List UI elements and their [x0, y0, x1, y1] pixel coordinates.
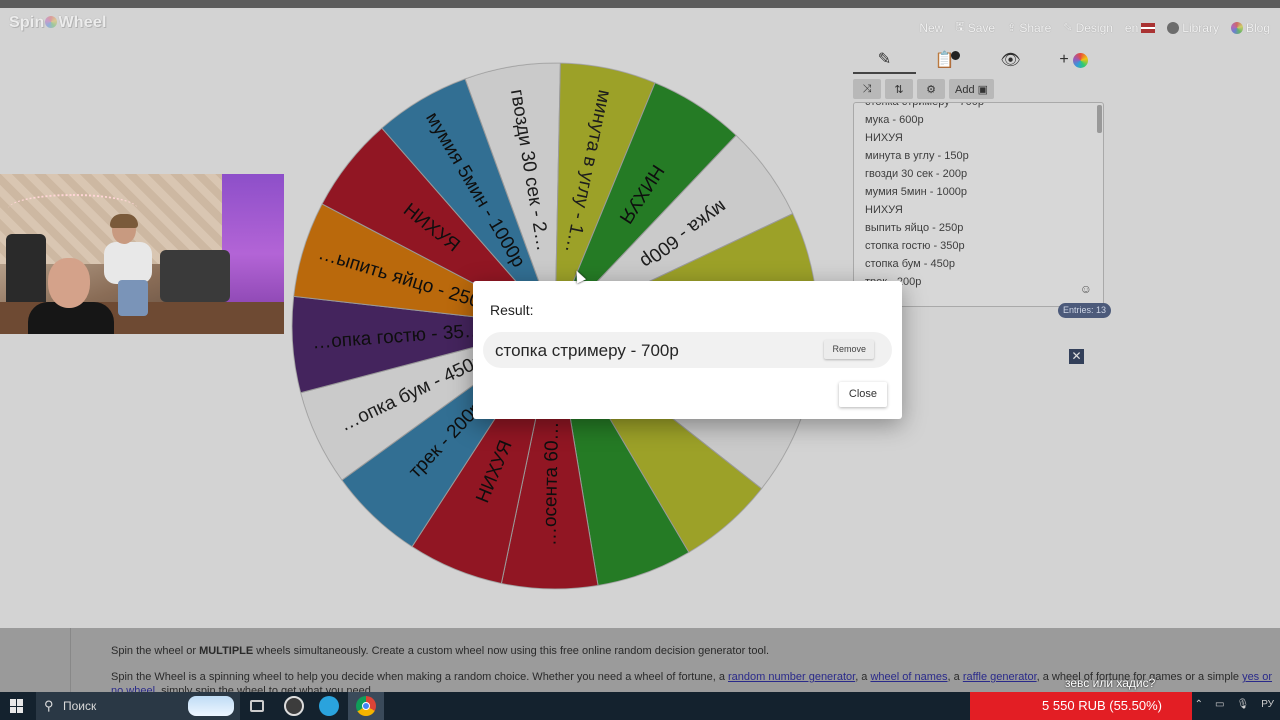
random-number-generator-link[interactable]: random number generator — [728, 671, 855, 683]
donation-goal-bar: 5 550 RUB (55.50%) — [970, 692, 1192, 720]
entries-panel: ✎ 📋 👁 + ⤨ ⇅ ⚙ Add ▣ стопка стримеру - 70… — [853, 46, 1108, 307]
tray-language[interactable]: РУ — [1261, 699, 1274, 710]
browser-top-strip — [0, 0, 1280, 8]
entry-line: НИХУЯ — [865, 132, 903, 144]
system-tray: ⌃ ▭ 🎙 РУ — [1195, 699, 1274, 710]
entry-line: мумия 5мин - 1000р — [865, 186, 968, 198]
search-placeholder: Поиск — [63, 699, 97, 713]
obs-app-icon[interactable] — [284, 696, 304, 716]
tray-network-icon[interactable]: ▭ — [1215, 699, 1224, 710]
search-icon: ⚲ — [44, 698, 54, 713]
entries-toolbar: ⤨ ⇅ ⚙ Add ▣ — [853, 79, 1108, 99]
chrome-taskbar-active[interactable] — [348, 692, 384, 720]
entry-line: НИХУЯ — [865, 204, 903, 216]
nav-save[interactable]: 🖫 Save — [955, 18, 995, 37]
settings-icon: ⚙ — [926, 83, 936, 96]
chrome-icon-center — [362, 702, 370, 710]
entries-textarea[interactable]: стопка стримеру - 700р мука - 600р НИХУЯ… — [853, 102, 1104, 307]
stream-ticker-text: зевс или хадис? — [1065, 676, 1156, 690]
add-wheel-icon: + — [1059, 51, 1069, 68]
entry-line: стопка гостю - 350р — [865, 240, 965, 252]
nav-new[interactable]: New — [919, 21, 943, 35]
raffle-generator-link[interactable]: raffle generator — [963, 671, 1037, 683]
tray-mic-icon[interactable]: 🎙 — [1236, 699, 1249, 710]
hide-eye-icon: 👁 — [1000, 52, 1021, 69]
shuffle-icon: ⤨ — [862, 82, 872, 95]
share-icon: ⇪ — [1007, 22, 1017, 34]
streamer-webcam-overlay — [0, 174, 284, 334]
palette-icon: ✎ — [1063, 22, 1073, 34]
entry-line: гвозди 30 сек - 200р — [865, 168, 968, 180]
tab-hide[interactable]: 👁 — [979, 46, 1042, 74]
tab-edit[interactable]: ✎ — [853, 46, 916, 74]
entry-line: мука - 600р — [865, 114, 924, 126]
tray-chevron-icon[interactable]: ⌃ — [1195, 699, 1203, 710]
uk-flag-icon — [1141, 22, 1156, 33]
app-logo[interactable]: Spin Wheel — [9, 14, 107, 32]
search-highlight-image — [188, 696, 234, 716]
tab-add-wheel[interactable]: + — [1042, 46, 1105, 74]
result-dialog-title: Result: — [490, 302, 534, 318]
top-navigation: New 🖫 Save ⇪ Share ✎ Design en Library Blog — [919, 18, 1270, 37]
globe-icon — [1167, 21, 1180, 34]
sort-button[interactable]: ⇅ — [885, 79, 913, 99]
webcam-person-woman — [104, 214, 174, 316]
entry-line: минута в углу - 150р — [865, 150, 969, 162]
entries-count-badge: Entries: 13 — [1058, 303, 1112, 318]
nav-design[interactable]: ✎ Design — [1063, 21, 1113, 35]
nav-language[interactable]: en — [1125, 21, 1156, 35]
entry-line: стопка стримеру - 700р — [865, 102, 984, 108]
nav-blog[interactable]: Blog — [1230, 21, 1270, 35]
taskbar-search[interactable]: ⚲ Поиск — [36, 692, 240, 720]
panel-tabs: ✎ 📋 👁 + — [853, 46, 1108, 76]
description-line-1: Spin the wheel or MULTIPLE wheels simult… — [111, 645, 770, 657]
close-icon[interactable]: ✕ — [1069, 349, 1084, 364]
result-row: стопка стримеру - 700р Remove — [483, 332, 892, 368]
entry-line: выпить яйцо - 250р — [865, 222, 964, 234]
sort-icon: ⇅ — [894, 83, 904, 96]
webcam-person-man — [28, 258, 114, 334]
add-image-button[interactable]: Add ▣ — [949, 79, 995, 99]
shuffle-button[interactable]: ⤨ — [853, 79, 881, 99]
entry-line: стопка бум - 450р — [865, 258, 955, 270]
nav-library[interactable]: Library — [1167, 21, 1219, 35]
color-wheel-icon — [1230, 21, 1243, 34]
remove-button[interactable]: Remove — [824, 340, 874, 359]
telegram-icon[interactable] — [319, 696, 339, 716]
nav-share[interactable]: ⇪ Share — [1007, 21, 1051, 35]
emoji-picker-icon[interactable]: ☺ — [1080, 282, 1092, 296]
wheel-of-names-link[interactable]: wheel of names — [870, 671, 947, 683]
result-value: стопка стримеру - 700р — [495, 341, 679, 360]
results-badge — [951, 50, 961, 60]
windows-start-icon[interactable] — [10, 699, 24, 713]
settings-button[interactable]: ⚙ — [917, 79, 945, 99]
color-wheel-icon — [1072, 52, 1088, 68]
result-dialog: Result: стопка стримеру - 700р Remove Cl… — [473, 281, 902, 419]
save-icon: 🖫 — [955, 21, 965, 33]
entries-scrollbar[interactable] — [1097, 105, 1102, 133]
tab-results[interactable]: 📋 — [916, 46, 979, 74]
add-image-icon: Add ▣ — [955, 83, 989, 96]
pencil-icon: ✎ — [877, 51, 892, 68]
close-button[interactable]: Close — [838, 382, 887, 407]
task-view-icon[interactable] — [250, 700, 264, 712]
